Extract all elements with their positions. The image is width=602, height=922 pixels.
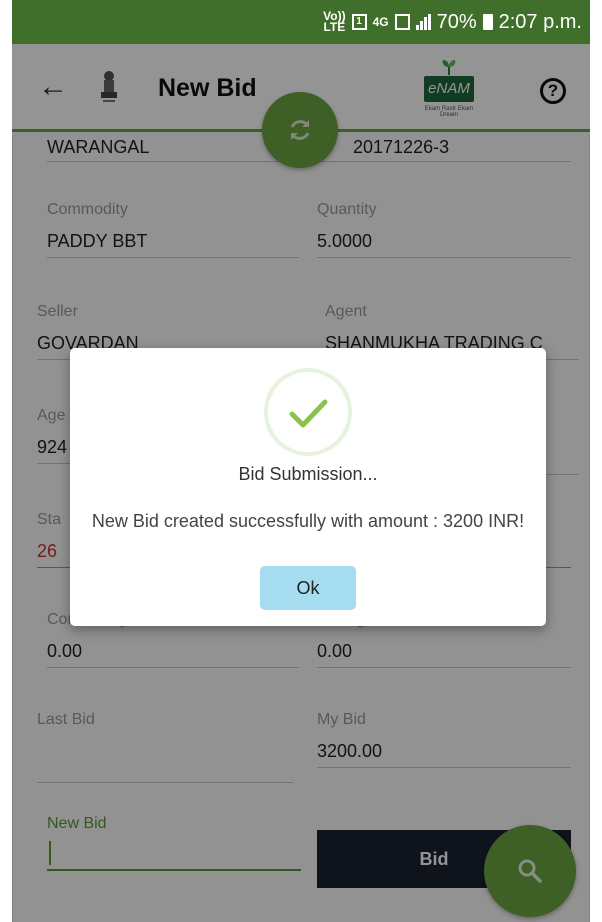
clock: 2:07 p.m. xyxy=(498,10,582,33)
sim-icon: 1 xyxy=(351,14,367,30)
battery-percent: 70% xyxy=(436,10,477,33)
dialog-message: New Bid created successfully with amount… xyxy=(91,511,525,531)
dialog-title: Bid Submission... xyxy=(238,464,378,484)
signal-box-icon xyxy=(394,14,410,30)
ok-button[interactable]: Ok xyxy=(260,566,356,610)
success-dialog: Bid Submission... New Bid created succes… xyxy=(70,348,546,626)
signal-icon xyxy=(415,14,431,30)
success-check-icon xyxy=(264,368,352,456)
check-icon xyxy=(289,399,328,428)
screen: Vo)) LTE 1 4G 70% 2:07 p.m. ← New Bid eNA… xyxy=(12,0,590,922)
network-type: 4G xyxy=(372,14,389,29)
battery-icon xyxy=(482,14,493,30)
status-bar: Vo)) LTE 1 4G 70% 2:07 p.m. xyxy=(12,0,590,44)
volte-icon: Vo)) LTE xyxy=(323,9,346,34)
